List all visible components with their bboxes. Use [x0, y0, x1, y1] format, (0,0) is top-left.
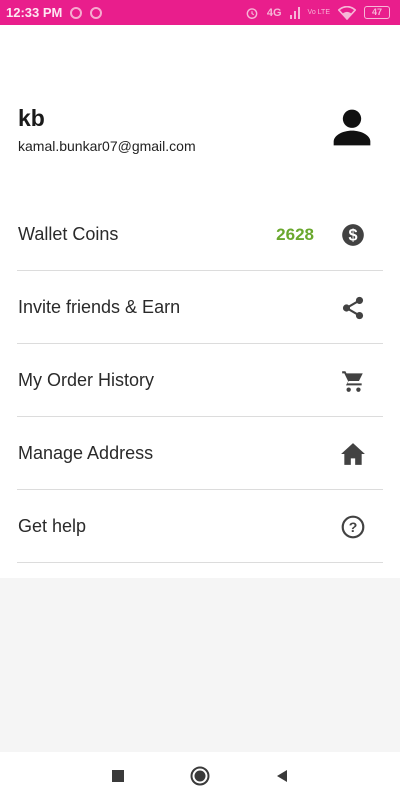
home-circle-icon[interactable] — [188, 764, 212, 788]
cart-icon — [342, 371, 363, 392]
system-navigation-bar — [0, 752, 400, 800]
recent-apps-icon[interactable] — [106, 764, 130, 788]
status-time: 12:33 PM — [6, 5, 63, 20]
status-right: 4G Vo LTE 47 — [245, 5, 390, 20]
person-icon[interactable] — [330, 105, 374, 149]
profile-email: kamal.bunkar07@gmail.com — [18, 138, 196, 154]
back-icon[interactable] — [270, 764, 294, 788]
profile-header[interactable]: kb kamal.bunkar07@gmail.com — [0, 105, 400, 165]
status-left: 12:33 PM — [6, 5, 103, 20]
status-bar: 12:33 PM 4G Vo LTE 47 — [0, 0, 400, 25]
notification-icon — [70, 6, 83, 19]
coin-dollar-icon: $ — [342, 224, 364, 246]
menu-item-order-history[interactable]: My Order History — [0, 344, 400, 417]
alarm-icon — [246, 7, 258, 19]
drawer-menu: Wallet Coins 2628 $ Invite friends & Ear… — [0, 198, 400, 563]
menu-item-get-help[interactable]: Get help ? — [0, 490, 400, 563]
menu-item-label: Invite friends & Earn — [18, 297, 181, 317]
menu-item-label: My Order History — [18, 370, 155, 390]
menu-item-label: Manage Address — [18, 443, 154, 463]
volte-label: Vo LTE — [307, 9, 330, 16]
svg-text:?: ? — [349, 519, 358, 535]
menu-item-label: Get help — [18, 516, 87, 536]
network-type: 4G — [266, 6, 282, 19]
menu-item-wallet-coins[interactable]: Wallet Coins 2628 $ — [0, 198, 400, 271]
menu-item-invite-friends[interactable]: Invite friends & Earn — [0, 271, 400, 344]
sync-icon — [90, 6, 103, 19]
menu-item-manage-address[interactable]: Manage Address — [0, 417, 400, 490]
signal-icon — [289, 6, 300, 19]
profile-name: kb — [18, 105, 45, 131]
share-icon — [342, 296, 364, 320]
menu-item-label: Wallet Coins — [18, 224, 119, 244]
drawer-panel: kb kamal.bunkar07@gmail.com Wallet Coins… — [0, 25, 400, 578]
svg-text:$: $ — [348, 226, 357, 244]
home-icon — [341, 443, 365, 465]
wallet-coins-value: 2628 — [276, 225, 314, 244]
help-icon: ? — [341, 515, 365, 539]
wifi-icon — [338, 5, 356, 20]
battery-indicator: 47 — [364, 6, 390, 19]
